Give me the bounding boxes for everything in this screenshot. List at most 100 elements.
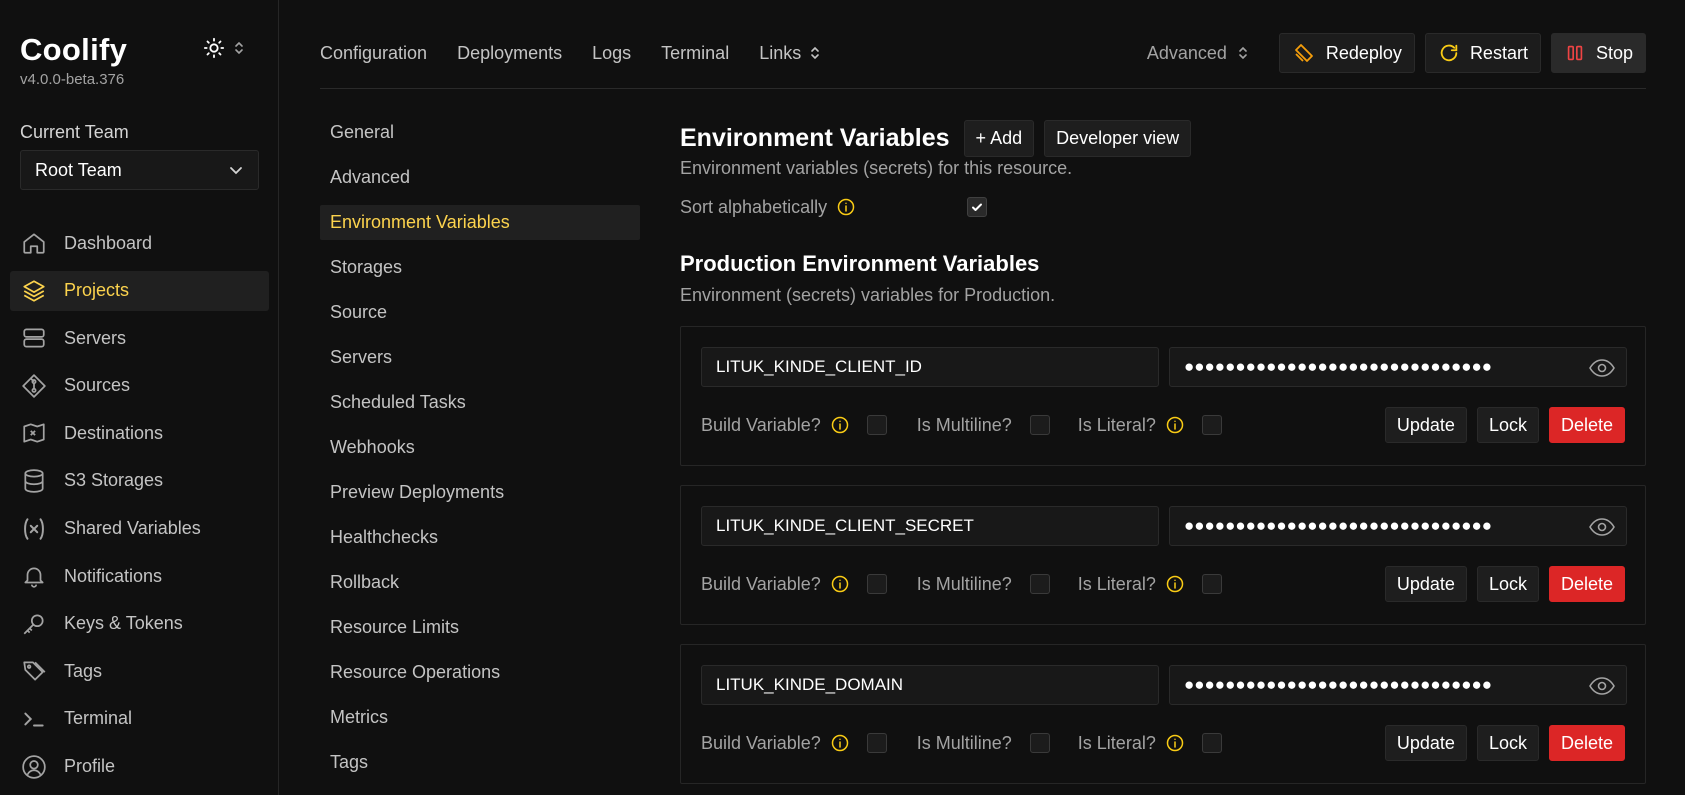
literal-checkbox[interactable] [1201,733,1222,753]
info-icon[interactable] [1166,575,1184,593]
menu-item-scheduled-tasks[interactable]: Scheduled Tasks [320,385,640,420]
variable-name-input[interactable]: LITUK_KINDE_DOMAIN [701,665,1159,705]
git-icon [20,372,48,400]
menu-item-resource-operations[interactable]: Resource Operations [320,655,640,690]
multiline-label: Is Multiline? [916,573,1012,594]
info-icon[interactable] [831,575,849,593]
sidebar-item-notifications[interactable]: Notifications [10,556,269,596]
sidebar-item-label: Notifications [64,565,163,586]
delete-button[interactable]: Delete [1548,725,1625,761]
eye-icon[interactable] [1588,516,1616,538]
tab-configuration[interactable]: Configuration [320,43,427,64]
masked-value: ●●●●●●●●●●●●●●●●●●●●●●●●●●●●●● [1184,516,1493,535]
sidebar-nav: Dashboard Projects Servers Sources Desti… [10,223,269,794]
restart-button[interactable]: Restart [1424,33,1541,73]
multiline-checkbox[interactable] [1029,574,1050,594]
redeploy-button[interactable]: Redeploy [1278,33,1415,73]
stop-button[interactable]: Stop [1550,33,1646,73]
sidebar-item-s3-storages[interactable]: S3 Storages [10,461,269,501]
update-button[interactable]: Update [1384,566,1467,602]
sidebar-item-tags[interactable]: Tags [10,651,269,691]
lock-button[interactable]: Lock [1476,407,1539,443]
eye-icon[interactable] [1588,675,1616,697]
chevron-updown-icon [235,41,243,55]
variable-value-input[interactable]: ●●●●●●●●●●●●●●●●●●●●●●●●●●●●●● [1169,506,1627,546]
developer-view-button[interactable]: Developer view [1044,119,1192,157]
variable-value-input[interactable]: ●●●●●●●●●●●●●●●●●●●●●●●●●●●●●● [1169,665,1627,705]
lock-button[interactable]: Lock [1476,566,1539,602]
build-variable-text: Build Variable? [701,573,821,594]
home-icon [20,229,48,257]
sidebar-item-destinations[interactable]: Destinations [10,413,269,453]
literal-text: Is Literal? [1077,573,1156,594]
links-dropdown[interactable]: Links [759,43,821,64]
multiline-label: Is Multiline? [916,414,1012,435]
team-select[interactable]: Root Team [20,150,259,190]
info-icon[interactable] [831,416,849,434]
menu-item-rollback[interactable]: Rollback [320,565,640,600]
menu-item-webhooks[interactable]: Webhooks [320,430,640,465]
sidebar-item-dashboard[interactable]: Dashboard [10,223,269,263]
sidebar-item-servers[interactable]: Servers [10,318,269,358]
delete-button[interactable]: Delete [1548,566,1625,602]
build-variable-checkbox[interactable] [866,415,887,435]
add-button[interactable]: + Add [963,119,1035,157]
variable-name-input[interactable]: LITUK_KINDE_CLIENT_SECRET [701,506,1159,546]
variable-value-input[interactable]: ●●●●●●●●●●●●●●●●●●●●●●●●●●●●●● [1169,347,1627,387]
tags-icon [20,657,48,685]
update-button[interactable]: Update [1384,725,1467,761]
sidebar-item-shared-variables[interactable]: Shared Variables [10,509,269,549]
literal-label: Is Literal? [1078,733,1184,754]
multiline-label: Is Multiline? [916,732,1012,753]
update-button[interactable]: Update [1384,407,1467,443]
menu-item-environment-variables[interactable]: Environment Variables [320,205,640,240]
tab-deployments[interactable]: Deployments [457,43,562,64]
sidebar-item-projects[interactable]: Projects [10,270,269,311]
menu-item-healthchecks[interactable]: Healthchecks [320,520,640,555]
masked-value: ●●●●●●●●●●●●●●●●●●●●●●●●●●●●●● [1184,675,1493,694]
sort-checkbox[interactable] [967,197,988,217]
info-icon[interactable] [1166,416,1184,434]
build-variable-checkbox[interactable] [866,574,887,594]
menu-item-resource-limits[interactable]: Resource Limits [320,610,640,645]
multiline-checkbox[interactable] [1029,733,1050,753]
sidebar-item-label: S3 Storages [64,470,164,491]
eye-icon[interactable] [1588,357,1616,379]
sidebar-item-label: Terminal [64,708,133,729]
server-icon [20,324,48,352]
advanced-dropdown[interactable]: Advanced [1147,43,1249,64]
sidebar-item-terminal[interactable]: Terminal [10,699,269,739]
menu-item-source[interactable]: Source [320,295,640,330]
delete-button[interactable]: Delete [1548,407,1625,443]
lock-button[interactable]: Lock [1476,725,1539,761]
brand-name[interactable]: Coolify [20,32,127,68]
menu-item-general[interactable]: General [320,115,640,150]
multiline-checkbox[interactable] [1029,415,1050,435]
menu-item-advanced[interactable]: Advanced [320,160,640,195]
info-icon[interactable] [1166,734,1184,752]
menu-item-tags[interactable]: Tags [320,745,640,780]
menu-item-preview-deployments[interactable]: Preview Deployments [320,475,640,510]
sidebar-item-profile[interactable]: Profile [10,747,269,787]
variable-actions: Update Lock Delete [1384,407,1625,443]
sidebar-item-label: Tags [64,660,103,681]
bell-icon [20,562,48,590]
menu-item-storages[interactable]: Storages [320,250,640,285]
info-icon[interactable] [831,734,849,752]
menu-item-servers[interactable]: Servers [320,340,640,375]
sidebar-item-sources[interactable]: Sources [10,366,269,406]
build-variable-label: Build Variable? [701,415,849,436]
literal-checkbox[interactable] [1201,574,1222,594]
masked-value: ●●●●●●●●●●●●●●●●●●●●●●●●●●●●●● [1184,357,1493,376]
info-icon[interactable] [837,198,855,216]
tab-terminal[interactable]: Terminal [661,43,729,64]
sidebar-item-label: Servers [64,327,127,348]
sidebar-item-keys-tokens[interactable]: Keys & Tokens [10,604,269,644]
variable-name-input[interactable]: LITUK_KINDE_CLIENT_ID [701,347,1159,387]
literal-label: Is Literal? [1078,574,1184,595]
build-variable-checkbox[interactable] [866,733,887,753]
literal-checkbox[interactable] [1201,415,1222,435]
theme-toggle[interactable] [203,36,253,60]
menu-item-metrics[interactable]: Metrics [320,700,640,735]
tab-logs[interactable]: Logs [592,43,631,64]
